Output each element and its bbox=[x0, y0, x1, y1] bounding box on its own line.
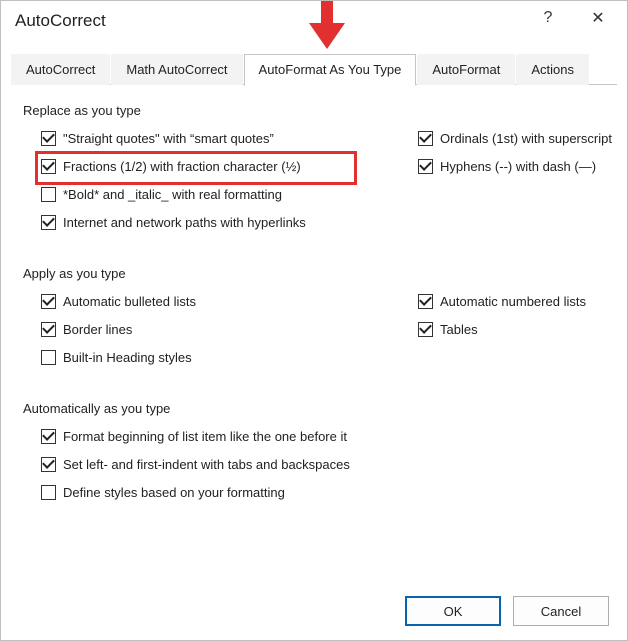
tabstrip: AutoCorrect Math AutoCorrect AutoFormat … bbox=[11, 51, 617, 85]
option-label: Set left- and first-indent with tabs and… bbox=[63, 457, 350, 472]
checkbox-icon bbox=[418, 322, 433, 337]
help-button[interactable]: ? bbox=[525, 1, 571, 35]
dialog-title: AutoCorrect bbox=[15, 11, 106, 31]
option-auto-numbered[interactable]: Automatic numbered lists bbox=[418, 291, 605, 311]
option-label: Hyphens (--) with dash (—) bbox=[440, 159, 596, 174]
help-icon: ? bbox=[544, 9, 553, 27]
option-label: Built-in Heading styles bbox=[63, 350, 192, 365]
section-automatically-as-you-type: Automatically as you type Format beginni… bbox=[23, 401, 605, 502]
option-heading-styles[interactable]: Built-in Heading styles bbox=[41, 347, 418, 367]
option-bold-italic[interactable]: *Bold* and _italic_ with real formatting bbox=[41, 184, 418, 204]
option-hyphens[interactable]: Hyphens (--) with dash (—) bbox=[418, 156, 612, 176]
option-label: Fractions (1/2) with fraction character … bbox=[63, 159, 301, 174]
option-internet-paths[interactable]: Internet and network paths with hyperlin… bbox=[41, 212, 418, 232]
tab-autoformat-as-you-type[interactable]: AutoFormat As You Type bbox=[244, 54, 417, 86]
checkbox-icon bbox=[41, 159, 56, 174]
button-bar: OK Cancel bbox=[405, 596, 609, 626]
tab-autocorrect[interactable]: AutoCorrect bbox=[11, 54, 110, 85]
cancel-button[interactable]: Cancel bbox=[513, 596, 609, 626]
option-label: Define styles based on your formatting bbox=[63, 485, 285, 500]
option-fractions[interactable]: Fractions (1/2) with fraction character … bbox=[41, 156, 418, 176]
option-format-beginning[interactable]: Format beginning of list item like the o… bbox=[41, 426, 605, 446]
section-title: Automatically as you type bbox=[23, 401, 605, 416]
checkbox-icon bbox=[418, 131, 433, 146]
section-apply-as-you-type: Apply as you type Automatic bulleted lis… bbox=[23, 266, 605, 375]
option-straight-quotes[interactable]: "Straight quotes" with “smart quotes” bbox=[41, 128, 418, 148]
option-ordinals[interactable]: Ordinals (1st) with superscript bbox=[418, 128, 612, 148]
option-tables[interactable]: Tables bbox=[418, 319, 605, 339]
checkbox-icon bbox=[418, 159, 433, 174]
option-label: *Bold* and _italic_ with real formatting bbox=[63, 187, 282, 202]
checkbox-icon bbox=[41, 350, 56, 365]
section-title: Apply as you type bbox=[23, 266, 605, 281]
tab-content: Replace as you type "Straight quotes" wi… bbox=[1, 85, 627, 502]
close-button[interactable]: ✕ bbox=[575, 1, 621, 35]
titlebar: AutoCorrect ? ✕ bbox=[1, 1, 627, 41]
section-title: Replace as you type bbox=[23, 103, 605, 118]
tab-actions[interactable]: Actions bbox=[516, 54, 589, 85]
option-border-lines[interactable]: Border lines bbox=[41, 319, 418, 339]
option-label: Automatic bulleted lists bbox=[63, 294, 196, 309]
checkbox-icon bbox=[41, 457, 56, 472]
autocorrect-dialog: AutoCorrect ? ✕ AutoCorrect Math AutoCor… bbox=[0, 0, 628, 641]
tab-autoformat[interactable]: AutoFormat bbox=[417, 54, 515, 85]
close-icon: ✕ bbox=[591, 8, 604, 28]
checkbox-icon bbox=[41, 131, 56, 146]
option-label: Border lines bbox=[63, 322, 132, 337]
checkbox-icon bbox=[41, 215, 56, 230]
option-label: Tables bbox=[440, 322, 478, 337]
ok-button[interactable]: OK bbox=[405, 596, 501, 626]
checkbox-icon bbox=[41, 294, 56, 309]
checkbox-icon bbox=[41, 322, 56, 337]
option-label: "Straight quotes" with “smart quotes” bbox=[63, 131, 274, 146]
option-label: Ordinals (1st) with superscript bbox=[440, 131, 612, 146]
section-replace-as-you-type: Replace as you type "Straight quotes" wi… bbox=[23, 103, 605, 240]
option-label: Format beginning of list item like the o… bbox=[63, 429, 347, 444]
checkbox-icon bbox=[41, 429, 56, 444]
option-set-indent[interactable]: Set left- and first-indent with tabs and… bbox=[41, 454, 605, 474]
checkbox-icon bbox=[41, 485, 56, 500]
checkbox-icon bbox=[41, 187, 56, 202]
option-auto-bulleted[interactable]: Automatic bulleted lists bbox=[41, 291, 418, 311]
option-define-styles[interactable]: Define styles based on your formatting bbox=[41, 482, 605, 502]
option-label: Automatic numbered lists bbox=[440, 294, 586, 309]
option-label: Internet and network paths with hyperlin… bbox=[63, 215, 306, 230]
tab-math-autocorrect[interactable]: Math AutoCorrect bbox=[111, 54, 242, 85]
checkbox-icon bbox=[418, 294, 433, 309]
